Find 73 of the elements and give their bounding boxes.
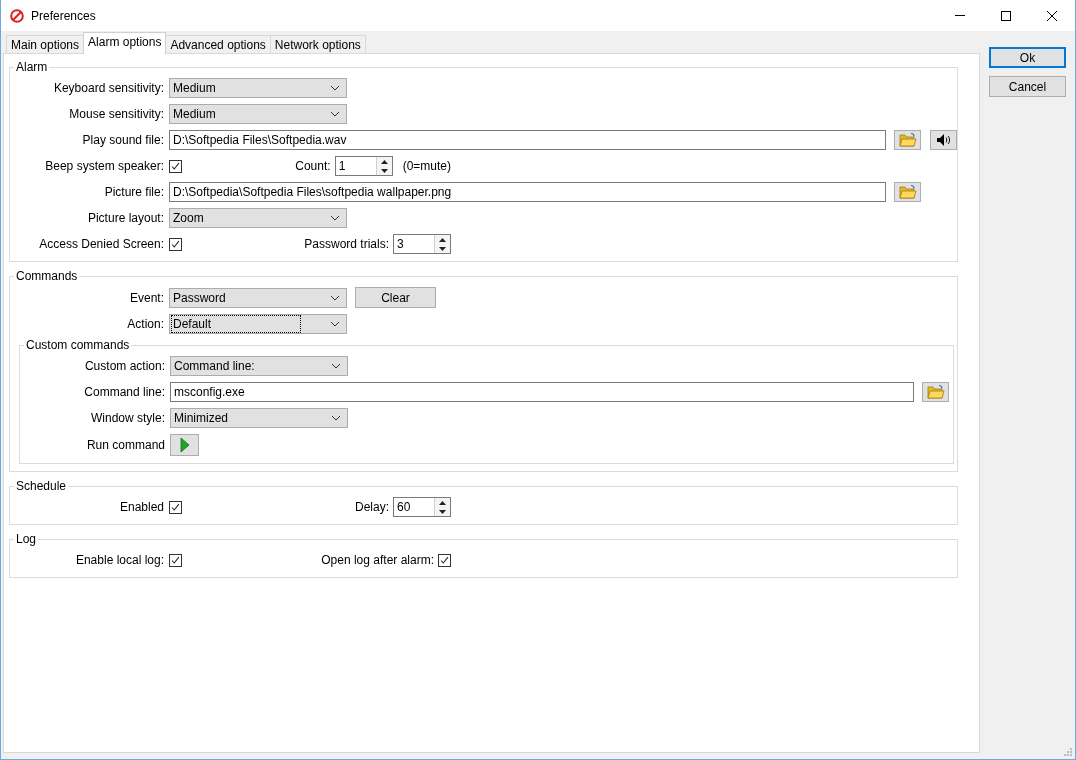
field-label: Event: [128,290,165,305]
path-field[interactable]: msconfig.exe [170,382,914,402]
hint-text: (0=mute) [402,159,451,173]
spin-down-icon[interactable] [439,509,446,514]
group-title: Alarm [15,60,49,74]
chevron-down-icon [330,215,340,221]
chevron-down-icon [330,111,340,117]
group-title: Commands [15,269,79,283]
group-title: Custom commands [25,338,131,352]
field-label: Count: [295,159,331,173]
field-label: Mouse sensitivity: [68,107,165,121]
field-label: Delay: [355,500,389,514]
dropdown[interactable]: Command line: [170,356,348,376]
field-label: Play sound file: [81,133,165,147]
chevron-down-icon [330,85,340,91]
field-label: Run command [85,438,166,452]
checkbox-label: Open log after alarm: [321,553,434,567]
number-spinner[interactable]: 3 [393,234,451,254]
dropdown[interactable]: Default [169,314,347,334]
folder-icon [898,184,917,200]
field-label: Picture layout: [86,211,165,225]
field-label: Action: [126,317,165,331]
dropdown[interactable]: Password [169,287,347,308]
tab[interactable]: Alarm options [83,32,167,54]
dropdown[interactable]: Minimized [170,408,348,428]
play-icon [179,437,190,453]
field-label: Beep system speaker: [44,159,165,173]
path-field[interactable]: D:\Softpedia\Softpedia Files\softpedia wallpaper.png [169,182,886,202]
run-button[interactable] [170,434,199,456]
number-spinner[interactable]: 1 [334,156,393,176]
group-title: Schedule [15,479,68,493]
dropdown[interactable]: Medium [169,78,347,98]
field-label: Enable local log: [74,553,165,567]
checkbox[interactable] [169,500,182,514]
spin-up-icon[interactable] [439,237,446,242]
path-field[interactable]: D:\Softpedia Files\Softpedia.wav [169,130,886,150]
minimize-icon [955,15,965,16]
dialog-button[interactable]: Cancel [989,76,1066,97]
resize-grip-icon[interactable] [1064,748,1072,756]
field-label: Window style: [89,411,166,425]
group-title: Log [15,532,38,546]
play-sound-button[interactable] [930,130,957,150]
dropdown[interactable]: Zoom [169,208,347,228]
speaker-icon [935,133,952,147]
spin-down-icon[interactable] [439,246,446,251]
folder-icon [898,132,917,148]
field-label: Password trials: [304,237,389,251]
checkbox[interactable] [438,553,451,567]
spin-down-icon[interactable] [380,168,388,173]
checkbox[interactable] [169,159,182,173]
chevron-down-icon [331,415,341,421]
number-spinner[interactable]: 60 [393,497,451,517]
dialog-button[interactable]: Ok [989,47,1066,68]
field-label: Command line: [83,385,166,399]
maximize-icon [1001,10,1011,21]
spin-up-icon[interactable] [439,500,446,505]
app-icon [10,8,24,23]
field-label: Enabled [118,500,165,514]
field-label: Picture file: [103,185,165,199]
chevron-down-icon [330,294,340,301]
clear-button[interactable]: Clear [355,287,436,308]
field-label: Custom action: [83,359,166,373]
close-icon [1047,10,1057,21]
window-title: Preferences [31,8,96,23]
field-label: Keyboard sensitivity: [52,81,165,95]
dropdown[interactable]: Medium [169,104,347,124]
chevron-down-icon [331,363,341,369]
spin-up-icon[interactable] [380,159,388,164]
checkbox[interactable] [169,237,182,251]
checkbox[interactable] [169,553,182,567]
folder-icon [926,384,945,400]
field-label: Access Denied Screen: [38,237,165,251]
chevron-down-icon [330,321,340,327]
